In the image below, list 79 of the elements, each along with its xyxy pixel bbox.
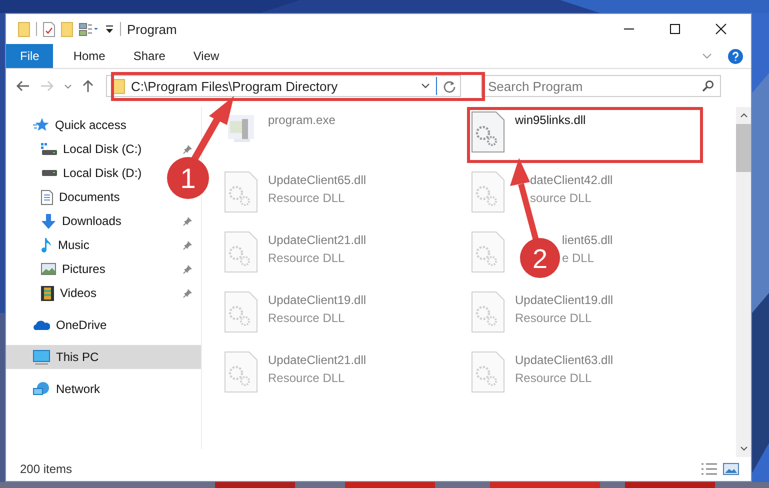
sidebar-item[interactable]: Music [58, 238, 90, 252]
star-icon [33, 118, 49, 132]
file-name[interactable]: UpdateClient19.dll [268, 293, 366, 307]
sidebar-item[interactable]: OneDrive [6, 313, 201, 337]
cloud-icon [33, 320, 50, 330]
file-name[interactable]: UpdateClient63.dll [515, 353, 614, 367]
drive-icon [41, 170, 57, 176]
file-name[interactable]: UpdateClient21.dll [268, 233, 366, 247]
dropdown-icon[interactable] [105, 24, 114, 34]
picture-icon [41, 263, 56, 275]
sidebar-item[interactable]: Local Disk (C:) [63, 142, 142, 156]
monitor-icon [33, 350, 50, 364]
refresh-icon[interactable] [443, 80, 456, 92]
scrollbar[interactable] [736, 107, 751, 457]
file-name[interactable]: UpdateClient21.dll [268, 353, 366, 367]
pin-icon[interactable] [183, 264, 193, 274]
sidebar-item[interactable]: This PC [6, 345, 201, 369]
file-name[interactable]: program.exe [268, 113, 336, 127]
file-type: Resource DLL [268, 371, 346, 385]
scroll-down-icon[interactable] [740, 446, 748, 451]
help-icon[interactable] [728, 48, 743, 64]
network-icon [33, 382, 50, 396]
file-type: Resource DLL [268, 251, 346, 265]
ribbon-tab[interactable]: View [181, 44, 232, 68]
music-note-icon [41, 238, 52, 252]
file-name[interactable]: UpdateClient19.dll [515, 293, 614, 307]
pin-icon[interactable] [183, 288, 193, 298]
recent-icon[interactable] [64, 84, 72, 88]
ribbon-tab[interactable]: File [6, 44, 54, 68]
window-title: Program [127, 22, 177, 36]
tiles-view-icon[interactable] [723, 463, 739, 475]
sidebar-item[interactable]: Network [6, 377, 201, 401]
ribbon-tab[interactable]: Home [61, 44, 118, 68]
download-icon [41, 214, 56, 228]
pin-icon[interactable] [183, 144, 193, 154]
file-name[interactable]: lient65.dll [562, 233, 613, 247]
dropdown-icon[interactable] [421, 83, 430, 89]
file-type: Resource DLL [515, 311, 593, 325]
sidebar-item[interactable]: Pictures [62, 262, 106, 276]
file-name[interactable]: win95links.dll [515, 113, 586, 127]
search-icon [702, 80, 714, 92]
step-badge: 2 [520, 238, 560, 278]
document-icon [41, 190, 53, 204]
close-icon[interactable] [715, 23, 727, 35]
file-type: Resource DLL [268, 191, 346, 205]
search-field[interactable]: Search Program [481, 75, 721, 97]
settings-file-icon[interactable] [471, 111, 505, 153]
maximize-icon[interactable] [669, 23, 681, 35]
folder-icon[interactable] [18, 22, 30, 36]
back-icon[interactable] [16, 80, 30, 92]
scroll-thumb[interactable] [736, 124, 751, 172]
sidebar-item[interactable]: Local Disk (D:) [63, 166, 142, 180]
drive-icon [41, 143, 57, 155]
sidebar-item[interactable]: Documents [59, 190, 120, 204]
sidebar-item[interactable]: Downloads [62, 214, 122, 228]
pin-icon[interactable] [183, 240, 193, 250]
new-folder-icon[interactable] [61, 22, 73, 36]
details-view-icon[interactable] [701, 463, 717, 475]
sidebar-item[interactable]: Videos [60, 286, 96, 300]
view-icon[interactable] [79, 22, 99, 36]
file-name[interactable]: dateClient42.dll [530, 173, 613, 187]
pin-icon[interactable] [183, 216, 193, 226]
file-type: Resource DLL [268, 311, 346, 325]
address-bar[interactable]: C:\Program Files\Program Directory [106, 75, 461, 97]
file-name[interactable]: UpdateClient65.dll [268, 173, 366, 187]
file-type: source DLL [530, 191, 592, 205]
sidebar-item[interactable]: Quick access [6, 113, 201, 137]
file-type: Resource DLL [515, 371, 593, 385]
folder-icon [113, 78, 125, 94]
chevron-icon[interactable] [702, 53, 712, 59]
up-icon[interactable] [82, 79, 94, 93]
file-type: e DLL [562, 251, 596, 265]
film-icon [41, 286, 54, 300]
properties-icon[interactable] [43, 22, 55, 36]
scroll-up-icon[interactable] [740, 113, 748, 118]
item-count: 200 items [20, 462, 72, 476]
step-badge: 1 [167, 157, 209, 199]
ribbon-tab[interactable]: Share [121, 44, 178, 68]
arrow [190, 96, 234, 162]
